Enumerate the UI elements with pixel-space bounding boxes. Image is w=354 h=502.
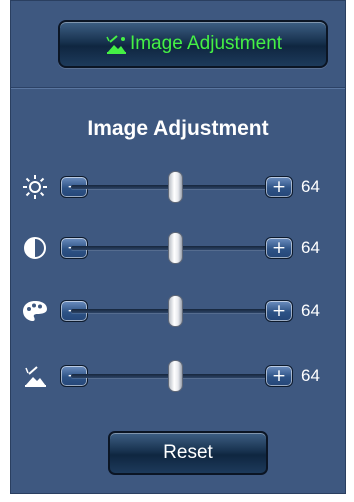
contrast-increase-button[interactable]: + <box>265 237 293 259</box>
sharpness-slider-thumb[interactable] <box>168 360 183 392</box>
brightness-sun-icon <box>23 175 47 199</box>
brightness-increase-button[interactable]: + <box>265 176 293 198</box>
saturation-row: − + 64 <box>11 293 345 329</box>
sharpness-increase-button[interactable]: + <box>265 365 293 387</box>
contrast-slider-thumb[interactable] <box>168 232 183 264</box>
reset-button[interactable]: Reset <box>108 431 268 475</box>
saturation-increase-button[interactable]: + <box>265 300 293 322</box>
image-adjustment-tab-button[interactable]: Image Adjustment <box>58 20 328 68</box>
image-adjustment-tab-label: Image Adjustment <box>129 33 283 54</box>
color-palette-icon <box>23 301 47 321</box>
contrast-row: − + 64 <box>11 230 345 266</box>
brightness-value: 64 <box>301 177 320 196</box>
brightness-row: − + 64 <box>11 169 345 205</box>
image-adjustment-panel: Image Adjustment Image Adjustment − + 64… <box>10 0 346 494</box>
brightness-slider-thumb[interactable] <box>168 171 183 203</box>
picture-adjust-icon <box>106 35 126 54</box>
contrast-value: 64 <box>301 238 320 257</box>
divider <box>11 87 345 89</box>
contrast-icon <box>24 237 46 259</box>
sharpness-icon <box>25 366 46 387</box>
saturation-slider-thumb[interactable] <box>168 295 183 327</box>
sharpness-row: − + 64 <box>11 358 345 394</box>
sharpness-value: 64 <box>301 366 320 385</box>
panel-title: Image Adjustment <box>87 117 269 140</box>
saturation-value: 64 <box>301 301 320 320</box>
